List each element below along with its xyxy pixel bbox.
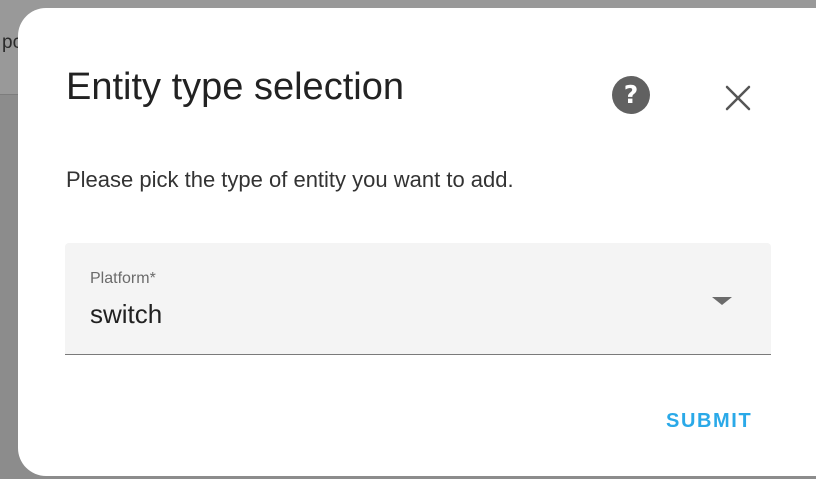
entity-type-dialog: Entity type selection ? Please pick the … <box>18 8 816 476</box>
dialog-description: Please pick the type of entity you want … <box>66 167 514 192</box>
close-icon-svg <box>725 85 751 111</box>
platform-select-value: switch <box>90 299 163 329</box>
submit-button[interactable]: SUBMIT <box>658 408 760 434</box>
help-icon[interactable]: ? <box>612 76 650 114</box>
dialog-title: Entity type selection <box>66 66 404 108</box>
close-icon[interactable] <box>718 78 758 118</box>
platform-select[interactable]: Platform* switch <box>65 243 771 355</box>
dropdown-arrow-icon <box>712 297 732 305</box>
platform-select-label: Platform* <box>90 270 156 287</box>
